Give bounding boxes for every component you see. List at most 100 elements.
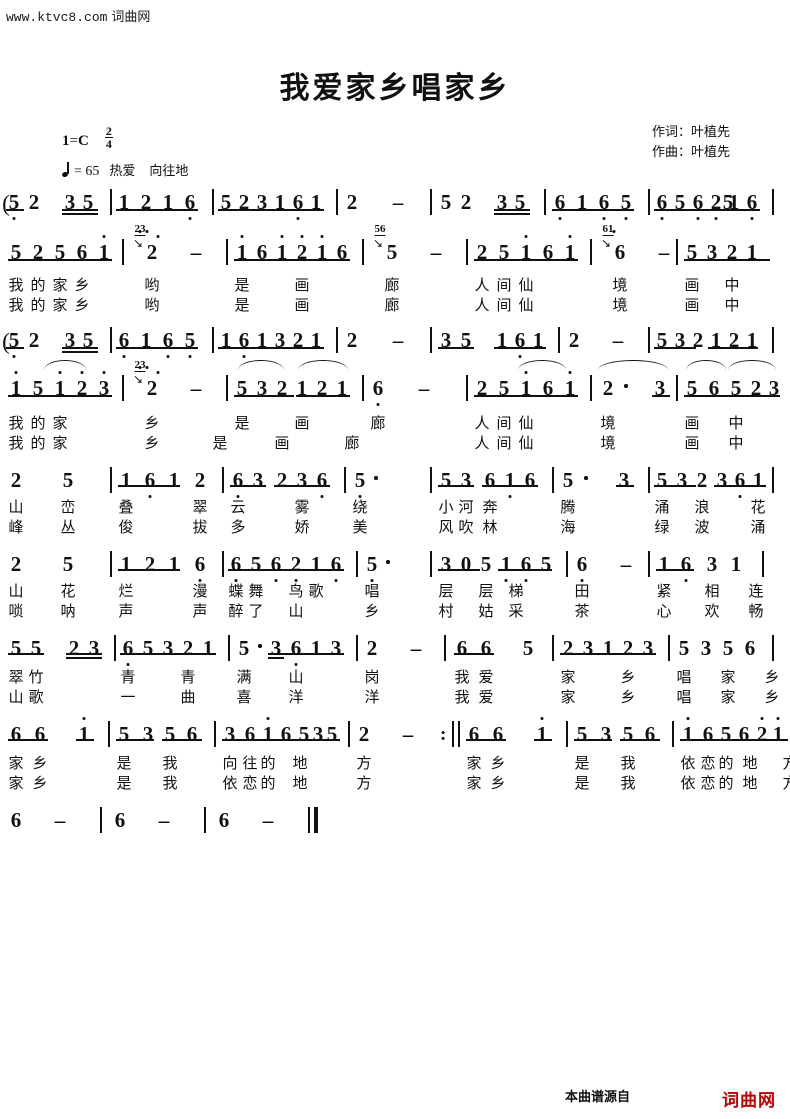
barline (458, 721, 460, 747)
notation-line: 6 – 6 – 6 – (0, 796, 790, 836)
lyric-line: 唢 呐 声 声 醉了 山 乡 村 姑采 茶 心 欢 畅 (0, 600, 790, 624)
beam (534, 739, 552, 741)
note: 6 (230, 552, 242, 576)
lyric-syllable: 花 (750, 498, 766, 516)
lyric-syllable: 境 (600, 434, 616, 452)
note: 2 (146, 240, 158, 264)
lyric-syllable: 是 (212, 434, 228, 452)
barline (110, 327, 112, 353)
beam (518, 259, 578, 261)
lyric-syllable: 山 (8, 582, 24, 600)
note: 5 (522, 636, 534, 660)
beam (118, 569, 180, 571)
lyric-syllable: 画 (294, 414, 310, 432)
note: – (620, 552, 632, 576)
note: 5 (10, 636, 22, 660)
grace-slur: ↘ (133, 236, 144, 250)
note: 2 (568, 328, 580, 352)
lyric-syllable: 人 (474, 296, 490, 314)
barline (336, 189, 338, 215)
beam (234, 259, 350, 261)
note: 6 (644, 722, 656, 746)
beam (118, 485, 180, 487)
barline (348, 721, 350, 747)
lyric-syllable: 廊 (384, 296, 400, 314)
octave-dot (242, 355, 246, 358)
lyric-syllable: 恋 (242, 774, 258, 792)
note: 3 (330, 636, 342, 660)
lyric-syllable: 人 (474, 414, 490, 432)
lyric-syllable: 了 (248, 602, 264, 620)
note: 5 (30, 636, 42, 660)
note: – (658, 240, 670, 264)
lyric-syllable: 我 (8, 414, 24, 432)
note: 5 (62, 468, 74, 492)
beam (616, 485, 634, 487)
octave-dot (240, 235, 244, 238)
key-signature: 1=C (62, 133, 89, 149)
note: 5 (142, 636, 154, 660)
lyric-syllable: 峰 (8, 518, 24, 536)
lyric-syllable: 唱 (364, 582, 380, 600)
barline (108, 721, 110, 747)
lyric-syllable: 一 (120, 688, 136, 706)
meter-denominator: 4 (105, 137, 112, 151)
note: 2 (460, 190, 472, 214)
barline (566, 551, 568, 577)
lyric-syllable: 恋 (700, 754, 716, 772)
lyric-syllable: 满 (236, 668, 252, 686)
octave-dot (280, 235, 284, 238)
note: – (158, 808, 170, 832)
lyric-syllable: 廊 (344, 434, 360, 452)
lyric-syllable: 间 (496, 276, 512, 294)
beam (116, 347, 198, 349)
lyric-line: 我的家 乡 是 画 廊 人间仙 境 画 中 (0, 412, 790, 432)
lyric-syllable: 岗 (364, 668, 380, 686)
note: 3 (270, 636, 282, 660)
octave-dot (602, 217, 606, 220)
lyric-syllable: 家 (8, 754, 24, 772)
lyric-syllable: 境 (600, 414, 616, 432)
note: 3 (460, 468, 472, 492)
octave-dot (660, 217, 664, 220)
note: 5 (622, 722, 634, 746)
lyric-syllable: 是 (234, 296, 250, 314)
lyric-syllable: 中 (724, 296, 740, 314)
tempo-value: = 65 (74, 164, 100, 179)
lyric-syllable: 廊 (384, 276, 400, 294)
note: 6 (576, 552, 588, 576)
lyric-syllable: 人 (474, 434, 490, 452)
lyric-syllable: 乡 (74, 296, 90, 314)
note: 2 (194, 468, 206, 492)
barline (356, 635, 358, 661)
barline (110, 467, 112, 493)
note: 5 (118, 722, 130, 746)
lyric-syllable: 仙 (518, 296, 534, 314)
composer-credit: 作曲：叶植先 (651, 145, 730, 161)
beam (438, 347, 474, 349)
lyric-syllable: 的 (30, 414, 46, 432)
note: 1 (772, 722, 784, 746)
beam (438, 569, 480, 571)
lyric-line: 我的家乡 哟 是 画 廊 人间仙 境 画 中 (0, 294, 790, 316)
lyric-syllable: 紧 (656, 582, 672, 600)
barline (430, 327, 432, 353)
note: 3 (142, 722, 154, 746)
note: – (54, 808, 66, 832)
barline (222, 467, 224, 493)
augmentation-dot (624, 384, 628, 388)
lyric-syllable: 涌 (750, 518, 766, 536)
barline (100, 807, 102, 833)
note: 5 (656, 468, 668, 492)
note: 5 (386, 240, 398, 264)
note: 6 (372, 376, 384, 400)
note: 1 (168, 468, 180, 492)
lyric-syllable: 画 (294, 276, 310, 294)
lyric-syllable: 喜 (236, 688, 252, 706)
lyric-syllable: 画 (684, 414, 700, 432)
octave-dot (568, 371, 572, 374)
notation-line: 5 5 2 3 6 5 3 2 1 5 3 6 1 3 2–6 6 5 2 3 1 2 3 5 3 5 6 (0, 624, 790, 666)
lyric-syllable: 姑 (478, 602, 494, 620)
note: 5 (238, 636, 250, 660)
lyric-syllable: 茶 (574, 602, 590, 620)
